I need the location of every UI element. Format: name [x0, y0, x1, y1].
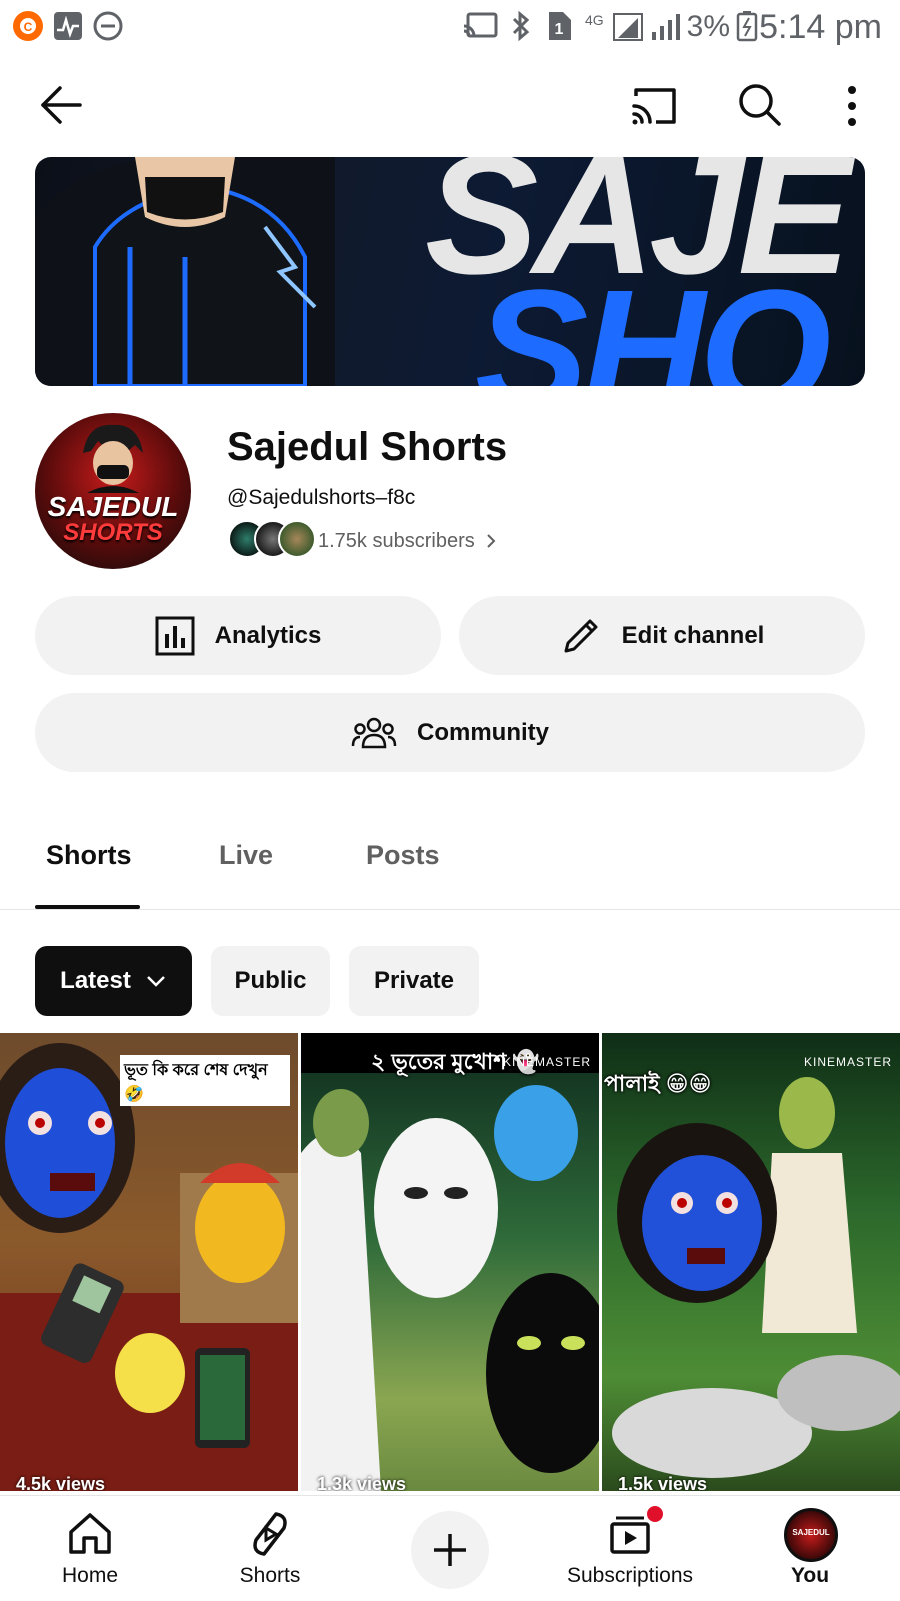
analytics-label: Analytics — [214, 621, 322, 649]
nav-shorts[interactable]: Shorts — [195, 1496, 345, 1601]
tab-shorts[interactable]: Shorts — [46, 840, 132, 871]
create-button[interactable] — [411, 1511, 489, 1589]
analytics-icon — [155, 616, 195, 655]
nav-subscriptions-label: Subscriptions — [566, 1564, 694, 1587]
back-button[interactable] — [38, 82, 84, 128]
nav-home[interactable]: Home — [15, 1496, 165, 1601]
pencil-icon — [564, 619, 598, 652]
tabs-divider — [0, 909, 900, 910]
notification-dot — [645, 1504, 665, 1524]
nav-home-label: Home — [61, 1564, 119, 1587]
avatar-character — [83, 424, 143, 493]
short-thumbnail[interactable]: ২ ভূতের মুখোশ 👻 KINEMASTER 1.3k views — [301, 1033, 599, 1491]
bluetooth-icon — [505, 10, 537, 42]
activity-icon — [52, 10, 84, 42]
short-artwork — [301, 1033, 599, 1491]
filter-private-chip[interactable]: Private — [349, 946, 479, 1016]
channel-name: Sajedul Shorts — [227, 425, 508, 469]
filter-public-chip[interactable]: Public — [211, 946, 330, 1016]
home-icon — [69, 1513, 111, 1554]
short-caption: পালাই 😁😁 — [604, 1071, 712, 1096]
svg-text:1: 1 — [555, 21, 564, 38]
status-time: 5:14 pm — [759, 8, 882, 46]
you-avatar-text: SAJEDUL — [792, 1528, 830, 1537]
subscriber-count: 1.75k subscribers — [318, 529, 475, 552]
banner-text-bottom: SHO — [475, 255, 831, 386]
short-views: 1.5k views — [618, 1474, 708, 1491]
cast-icon — [632, 88, 676, 125]
channel-banner[interactable]: SAJE SHO — [35, 157, 865, 386]
edit-channel-button[interactable]: Edit channel — [459, 596, 865, 675]
short-thumbnail[interactable]: পালাই 😁😁 KINEMASTER 1.5k views — [602, 1033, 900, 1491]
sim-icon: 1 — [545, 10, 577, 42]
short-watermark: KINEMASTER — [803, 1055, 892, 1069]
you-avatar: SAJEDUL — [784, 1508, 838, 1562]
bottom-navigation: Home Shorts Subscriptions SAJEDUL You — [0, 1495, 900, 1601]
plus-icon — [434, 1534, 466, 1566]
battery-percent: 3% — [686, 10, 730, 43]
community-icon — [351, 717, 397, 748]
channel-avatar[interactable]: SAJEDUL SHORTS — [35, 413, 191, 569]
nav-you-label: You — [790, 1564, 830, 1587]
short-caption: ভূত কি করে শেষ দেখুন 🤣 — [120, 1055, 290, 1106]
short-views: 4.5k views — [16, 1474, 106, 1491]
subscribers-link[interactable]: 1.75k subscribers — [318, 526, 499, 556]
more-vertical-icon — [848, 86, 856, 126]
avatar-line-2: SHORTS — [63, 519, 163, 546]
sort-label: Latest — [60, 967, 131, 994]
community-button[interactable]: Community — [35, 693, 865, 772]
more-options-button[interactable] — [840, 84, 864, 128]
tab-live[interactable]: Live — [219, 840, 273, 871]
search-icon — [739, 84, 781, 126]
analytics-button[interactable]: Analytics — [35, 596, 441, 675]
app-notification-icon: C — [12, 10, 44, 42]
search-button[interactable] — [737, 82, 783, 128]
chevron-right-icon — [487, 534, 496, 548]
nav-subscriptions[interactable]: Subscriptions — [555, 1496, 705, 1601]
chevron-down-icon — [146, 976, 165, 987]
do-not-disturb-icon — [92, 10, 124, 42]
signal-icon — [612, 10, 682, 42]
short-thumbnail[interactable]: ভূত কি করে শেষ দেখুন 🤣 4.5k views — [0, 1033, 298, 1491]
svg-text:C: C — [24, 20, 33, 34]
short-views: 1.3k views — [317, 1474, 407, 1491]
subscriber-avatar — [278, 520, 316, 558]
nav-you[interactable]: SAJEDUL You — [735, 1496, 885, 1601]
status-bar: C 1 4G 3% 5:14 pm — [0, 0, 900, 52]
shorts-icon — [253, 1512, 287, 1556]
sort-dropdown[interactable]: Latest — [35, 946, 192, 1016]
cast-button[interactable] — [630, 84, 678, 128]
arrow-left-icon — [41, 86, 82, 124]
channel-handle: @Sajedulshorts–f8c — [227, 486, 416, 509]
battery-icon — [736, 10, 758, 42]
edit-channel-label: Edit channel — [621, 621, 765, 649]
nav-shorts-label: Shorts — [239, 1564, 301, 1587]
tab-posts[interactable]: Posts — [366, 840, 440, 871]
short-watermark: KINEMASTER — [502, 1055, 591, 1069]
community-label: Community — [417, 718, 549, 746]
network-type: 4G — [585, 12, 604, 28]
cast-status-icon — [462, 10, 500, 42]
